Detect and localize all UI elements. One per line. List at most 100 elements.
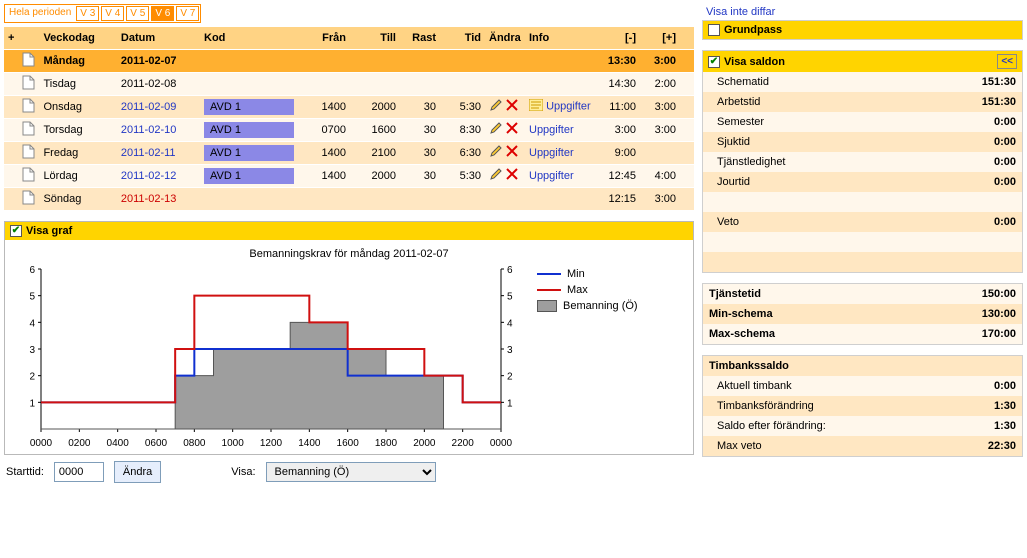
cell-to: 2100 <box>350 141 400 164</box>
kv-val: 1:30 <box>946 416 1022 436</box>
graph-controls: Starttid: Ändra Visa: Bemanning (Ö) <box>4 455 694 483</box>
kv-key: Tjänstledighet <box>703 152 912 172</box>
timbank-header: Timbankssaldo <box>703 356 1022 376</box>
cell-from: 0700 <box>300 118 350 141</box>
cell-to <box>350 187 400 210</box>
kv-val: 151:30 <box>912 92 1022 112</box>
cell-rast: 30 <box>400 95 440 118</box>
kv-val: 0:00 <box>946 376 1022 396</box>
saldon-checkbox-icon[interactable]: ✔ <box>708 56 720 68</box>
kv-key: Saldo efter förändring: <box>703 416 946 436</box>
cell-day: Fredag <box>39 141 116 164</box>
timbank-table: Timbankssaldo Aktuell timbank0:00Timbank… <box>703 356 1022 456</box>
table-row[interactable]: Torsdag2011-02-10AVD 107001600308:30 Upp… <box>4 118 694 141</box>
info-link[interactable]: Uppgifter <box>529 147 574 159</box>
grundpass-header[interactable]: ✔ Grundpass <box>703 21 1022 39</box>
visa-select[interactable]: Bemanning (Ö) <box>266 462 436 482</box>
cell-date[interactable]: 2011-02-10 <box>121 124 176 136</box>
tab-v4[interactable]: V 4 <box>101 6 124 21</box>
tab-v7[interactable]: V 7 <box>176 6 199 21</box>
svg-text:1800: 1800 <box>375 438 398 449</box>
delete-icon[interactable] <box>506 122 518 137</box>
collapse-button[interactable]: << <box>997 54 1017 69</box>
svg-text:1: 1 <box>507 398 513 409</box>
cell-to <box>350 49 400 72</box>
table-row[interactable]: Tisdag2011-02-0814:302:00 <box>4 72 694 95</box>
cell-minus: 12:45 <box>600 164 640 187</box>
info-link[interactable]: Uppgifter <box>546 100 591 112</box>
svg-text:2: 2 <box>507 371 513 382</box>
col-add[interactable]: + <box>4 27 18 49</box>
kv-val: 0:00 <box>912 212 1022 232</box>
info-link[interactable]: Uppgifter <box>529 170 574 182</box>
kv-key <box>703 192 912 212</box>
tab-v6[interactable]: V 6 <box>151 6 174 21</box>
cell-plus: 2:00 <box>640 72 680 95</box>
grundpass-checkbox-icon[interactable]: ✔ <box>708 24 720 36</box>
graph-checkbox-icon[interactable]: ✔ <box>10 225 22 237</box>
kv-val: 0:00 <box>912 112 1022 132</box>
cell-kod[interactable]: AVD 1 <box>204 168 294 184</box>
edit-icon[interactable] <box>489 167 503 184</box>
table-row[interactable]: Söndag2011-02-1312:153:00 <box>4 187 694 210</box>
tab-whole-period[interactable]: Hela perioden <box>6 6 74 21</box>
table-row[interactable]: Måndag2011-02-0713:303:00 <box>4 49 694 72</box>
toggle-diffs-link[interactable]: Visa inte diffar <box>702 4 1023 20</box>
cell-info <box>525 49 600 72</box>
edit-icon[interactable] <box>489 121 503 138</box>
delete-icon[interactable] <box>506 99 518 114</box>
cell-minus: 3:00 <box>600 118 640 141</box>
delete-icon[interactable] <box>506 168 518 183</box>
svg-text:4: 4 <box>507 318 513 329</box>
kv-val <box>912 252 1022 272</box>
table-row[interactable]: Lördag2011-02-12AVD 114002000305:30 Uppg… <box>4 164 694 187</box>
svg-text:4: 4 <box>29 318 35 329</box>
page-icon <box>22 121 35 139</box>
cell-date[interactable]: 2011-02-12 <box>121 170 176 182</box>
edit-icon[interactable] <box>489 144 503 161</box>
cell-date[interactable]: 2011-02-11 <box>121 147 176 159</box>
cell-date[interactable]: 2011-02-09 <box>121 101 176 113</box>
saldon-label: Visa saldon <box>724 56 785 68</box>
edit-icon[interactable] <box>489 98 503 115</box>
starttid-input[interactable] <box>54 462 104 482</box>
kv-val: 22:30 <box>946 436 1022 456</box>
chart-legend: Min Max Bemanning (Ö) <box>537 264 638 316</box>
kv-row: Veto0:00 <box>703 212 1022 232</box>
page-icon <box>22 98 35 116</box>
cell-plus: 3:00 <box>640 49 680 72</box>
cell-day: Tisdag <box>39 72 116 95</box>
tab-v5[interactable]: V 5 <box>126 6 149 21</box>
info-link[interactable]: Uppgifter <box>529 124 574 136</box>
kv-val: 150:00 <box>903 284 1022 304</box>
svg-text:1400: 1400 <box>298 438 321 449</box>
tab-v3[interactable]: V 3 <box>76 6 99 21</box>
page-icon <box>22 190 35 208</box>
cell-info: Uppgifter <box>525 95 600 118</box>
cell-kod[interactable]: AVD 1 <box>204 145 294 161</box>
kv-val: 130:00 <box>903 304 1022 324</box>
page-icon <box>22 144 35 162</box>
graph-panel-header[interactable]: ✔ Visa graf <box>5 222 693 240</box>
saldon-header[interactable]: ✔ Visa saldon << <box>703 51 1022 72</box>
cell-from: 1400 <box>300 95 350 118</box>
cell-kod[interactable]: AVD 1 <box>204 99 294 115</box>
cell-kod[interactable]: AVD 1 <box>204 122 294 138</box>
svg-text:3: 3 <box>29 345 35 356</box>
cell-minus: 11:00 <box>600 95 640 118</box>
legend-min: Min <box>567 268 585 280</box>
kv-key: Schematid <box>703 72 912 92</box>
cell-tid <box>440 72 485 95</box>
table-row[interactable]: Onsdag2011-02-09AVD 114002000305:30 Uppg… <box>4 95 694 118</box>
andra-button[interactable]: Ändra <box>114 461 161 483</box>
svg-text:1600: 1600 <box>337 438 360 449</box>
cell-tid: 5:30 <box>440 164 485 187</box>
delete-icon[interactable] <box>506 145 518 160</box>
table-row[interactable]: Fredag2011-02-11AVD 114002100306:30 Uppg… <box>4 141 694 164</box>
cell-minus: 13:30 <box>600 49 640 72</box>
cell-to: 1600 <box>350 118 400 141</box>
note-icon[interactable] <box>529 99 543 114</box>
cell-plus: 3:00 <box>640 95 680 118</box>
col-kod: Kod <box>200 27 300 49</box>
svg-text:0600: 0600 <box>145 438 168 449</box>
